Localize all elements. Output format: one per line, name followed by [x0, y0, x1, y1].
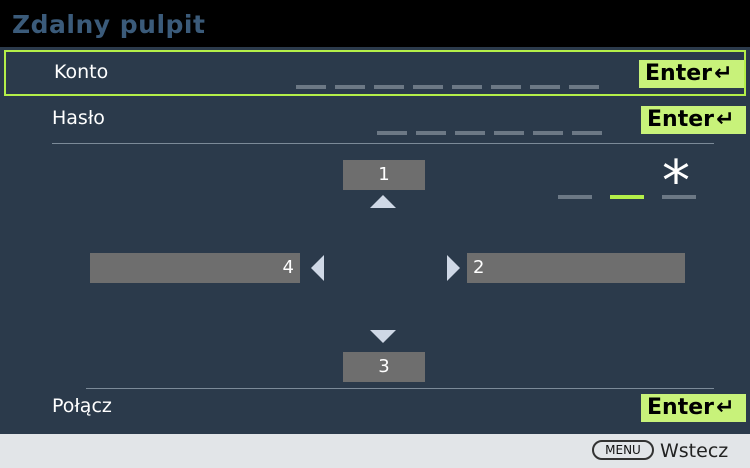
account-value-dashes — [296, 85, 599, 89]
dash — [533, 131, 563, 135]
arrow-up-icon[interactable] — [370, 195, 396, 208]
arrow-left-icon[interactable] — [311, 255, 324, 281]
enter-icon: ↵ — [715, 107, 735, 132]
arrow-right-icon[interactable] — [447, 255, 460, 281]
keypad-up-field: 1 — [343, 160, 425, 190]
password-row[interactable]: Hasło Enter ↵ — [4, 98, 746, 144]
back-label: Wstecz — [660, 440, 729, 462]
dash — [416, 131, 446, 135]
enter-button-label: Enter — [647, 107, 714, 132]
password-label: Hasło — [52, 107, 105, 129]
password-enter-button[interactable]: Enter ↵ — [641, 106, 746, 134]
connect-enter-button[interactable]: Enter ↵ — [641, 394, 746, 422]
divider — [52, 143, 714, 144]
dash — [374, 85, 404, 89]
dash — [491, 85, 521, 89]
keypad-down-field: 3 — [343, 352, 425, 382]
menu-key-icon[interactable]: MENU — [592, 440, 654, 460]
dash — [572, 131, 602, 135]
connect-label: Połącz — [52, 395, 112, 417]
enter-icon: ↵ — [713, 61, 733, 86]
enter-icon: ↵ — [715, 395, 735, 420]
keypad-right-field: 2 — [467, 253, 685, 283]
page-title: Zdalny pulpit — [12, 10, 206, 39]
password-value-dashes — [377, 131, 602, 135]
enter-button-label: Enter — [645, 61, 712, 86]
dash — [569, 85, 599, 89]
account-label: Konto — [54, 61, 109, 83]
pin-dash-active — [610, 195, 644, 199]
enter-button-label: Enter — [647, 395, 714, 420]
arrow-down-icon[interactable] — [370, 330, 396, 343]
dash — [377, 131, 407, 135]
keypad-left-field: 4 — [90, 253, 300, 283]
dash — [413, 85, 443, 89]
footer-bar: MENU Wstecz — [0, 434, 750, 468]
connect-row[interactable]: Połącz Enter ↵ — [4, 386, 746, 432]
dash — [530, 85, 560, 89]
dash — [335, 85, 365, 89]
pin-dash — [558, 195, 592, 199]
title-bar: Zdalny pulpit — [0, 0, 750, 47]
dash — [452, 85, 482, 89]
account-enter-button[interactable]: Enter ↵ — [639, 60, 744, 88]
dash — [455, 131, 485, 135]
dash — [296, 85, 326, 89]
asterisk-icon: * — [662, 149, 690, 214]
account-row[interactable]: Konto Enter ↵ — [4, 50, 746, 96]
dash — [494, 131, 524, 135]
